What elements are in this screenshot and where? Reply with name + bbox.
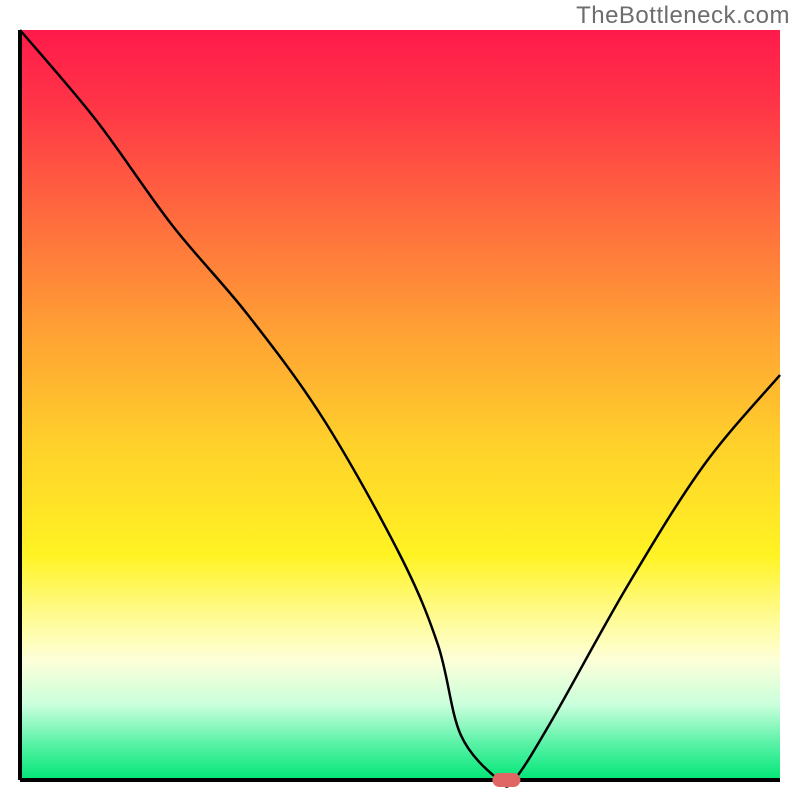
plot-background bbox=[20, 30, 780, 780]
watermark-label: TheBottleneck.com bbox=[576, 2, 790, 30]
bottleneck-plot bbox=[0, 0, 800, 800]
optimum-marker bbox=[492, 773, 520, 787]
chart-frame: TheBottleneck.com bbox=[0, 0, 800, 800]
